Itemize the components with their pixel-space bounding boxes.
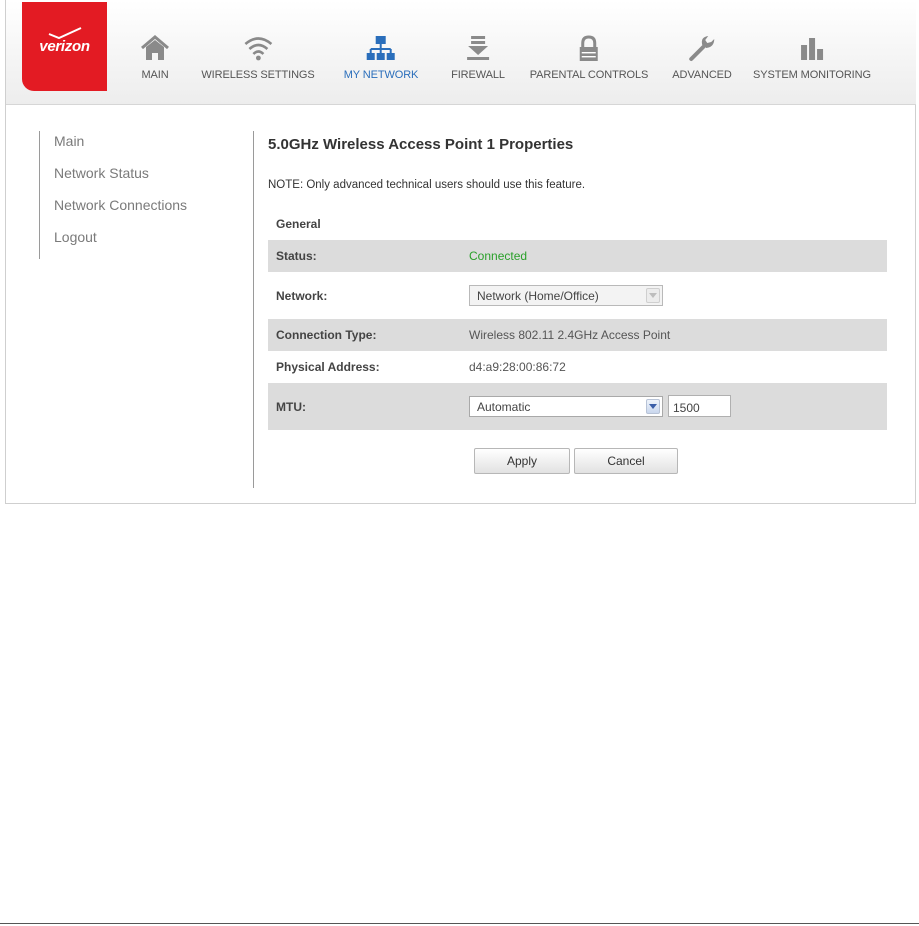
network-select[interactable]: Network (Home/Office)	[469, 285, 663, 306]
connection-type-value: Wireless 802.11 2.4GHz Access Point	[469, 328, 671, 342]
page-title: 5.0GHz Wireless Access Point 1 Propertie…	[268, 136, 574, 153]
mtu-mode-value: Automatic	[477, 400, 531, 414]
physical-address-value: d4:a9:28:00:86:72	[469, 360, 566, 374]
nav-label: MY NETWORK	[343, 69, 419, 81]
nav-system-monitoring[interactable]: SYSTEM MONITORING	[753, 33, 871, 93]
sidebar: Main Network Status Network Connections …	[39, 131, 187, 259]
nav-wireless-settings[interactable]: WIRELESS SETTINGS	[201, 33, 315, 93]
home-icon	[141, 35, 169, 60]
nav-parental-controls[interactable]: PARENTAL CONTROLS	[529, 33, 649, 93]
content-area: 5.0GHz Wireless Access Point 1 Propertie…	[268, 136, 888, 231]
header-bar: verizon MAIN WIRELESS SETTINGS MY NETWOR…	[6, 0, 916, 105]
network-icon	[366, 36, 395, 60]
connection-type-row: Connection Type: Wireless 802.11 2.4GHz …	[268, 319, 887, 351]
network-select-value: Network (Home/Office)	[477, 289, 599, 303]
sidebar-item-main[interactable]: Main	[54, 131, 187, 163]
physical-address-row: Physical Address: d4:a9:28:00:86:72	[268, 351, 887, 383]
mtu-mode-select[interactable]: Automatic	[469, 396, 663, 417]
nav-label: ADVANCED	[672, 69, 732, 81]
physical-address-label: Physical Address:	[276, 360, 380, 374]
bar-chart-icon	[800, 38, 823, 60]
chevron-down-icon	[646, 399, 660, 414]
nav-label: FIREWALL	[451, 69, 505, 81]
wifi-icon	[244, 37, 272, 61]
nav-label: PARENTAL CONTROLS	[529, 69, 649, 81]
status-value: Connected	[469, 249, 528, 263]
firewall-icon	[467, 36, 489, 60]
section-general-label: General	[276, 217, 321, 231]
logo-check-icon	[48, 26, 82, 39]
nav-advanced[interactable]: ADVANCED	[672, 33, 732, 93]
content-divider	[253, 131, 254, 488]
network-label: Network:	[276, 289, 328, 303]
sidebar-item-network-status[interactable]: Network Status	[54, 163, 187, 195]
status-label: Status:	[276, 249, 317, 263]
nav-label: WIRELESS SETTINGS	[201, 69, 315, 81]
apply-button[interactable]: Apply	[474, 448, 570, 474]
logo-text: verizon	[39, 37, 90, 55]
page-bottom-rule	[0, 923, 919, 924]
sidebar-item-network-connections[interactable]: Network Connections	[54, 195, 187, 227]
wrench-icon	[688, 36, 714, 61]
nav-firewall[interactable]: FIREWALL	[451, 33, 505, 93]
chevron-down-icon	[646, 288, 660, 303]
mtu-row: MTU: Automatic	[268, 383, 887, 430]
connection-type-label: Connection Type:	[276, 328, 377, 342]
verizon-logo[interactable]: verizon	[22, 2, 107, 91]
network-row: Network: Network (Home/Office)	[268, 272, 887, 319]
sidebar-item-logout[interactable]: Logout	[54, 227, 187, 259]
nav-label: SYSTEM MONITORING	[753, 69, 871, 81]
nav-my-network[interactable]: MY NETWORK	[343, 33, 419, 93]
advanced-users-note: NOTE: Only advanced technical users shou…	[268, 179, 586, 191]
status-row: Status: Connected	[268, 240, 887, 272]
nav-label: MAIN	[141, 69, 169, 81]
mtu-value-input[interactable]	[668, 395, 731, 417]
cancel-button[interactable]: Cancel	[574, 448, 678, 474]
mtu-label: MTU:	[276, 400, 306, 414]
lock-icon	[579, 35, 598, 61]
nav-main[interactable]: MAIN	[139, 33, 171, 93]
